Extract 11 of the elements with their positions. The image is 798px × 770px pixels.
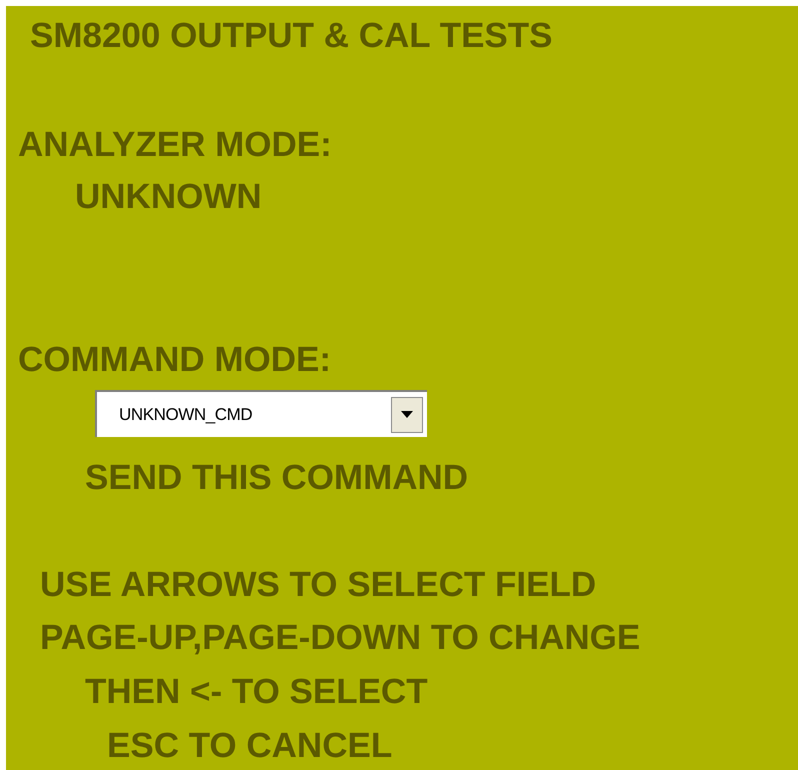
instruction-line: USE ARROWS TO SELECT FIELD (39, 565, 596, 605)
command-mode-label: COMMAND MODE: (18, 340, 332, 380)
instruction-line: ESC TO CANCEL (106, 726, 392, 766)
screen-title: SM8200 OUTPUT & CAL TESTS (30, 16, 553, 56)
instruction-line: PAGE-UP,PAGE-DOWN TO CHANGE (39, 618, 640, 658)
analyzer-mode-value: UNKNOWN (75, 177, 262, 217)
analyzer-mode-label: ANALYZER MODE: (18, 125, 332, 165)
caret-down-icon (401, 411, 413, 418)
dropdown-arrow-button[interactable] (391, 396, 423, 432)
instruction-line: THEN <- TO SELECT (84, 672, 428, 712)
command-dropdown[interactable]: UNKNOWN_CMD (95, 390, 427, 437)
